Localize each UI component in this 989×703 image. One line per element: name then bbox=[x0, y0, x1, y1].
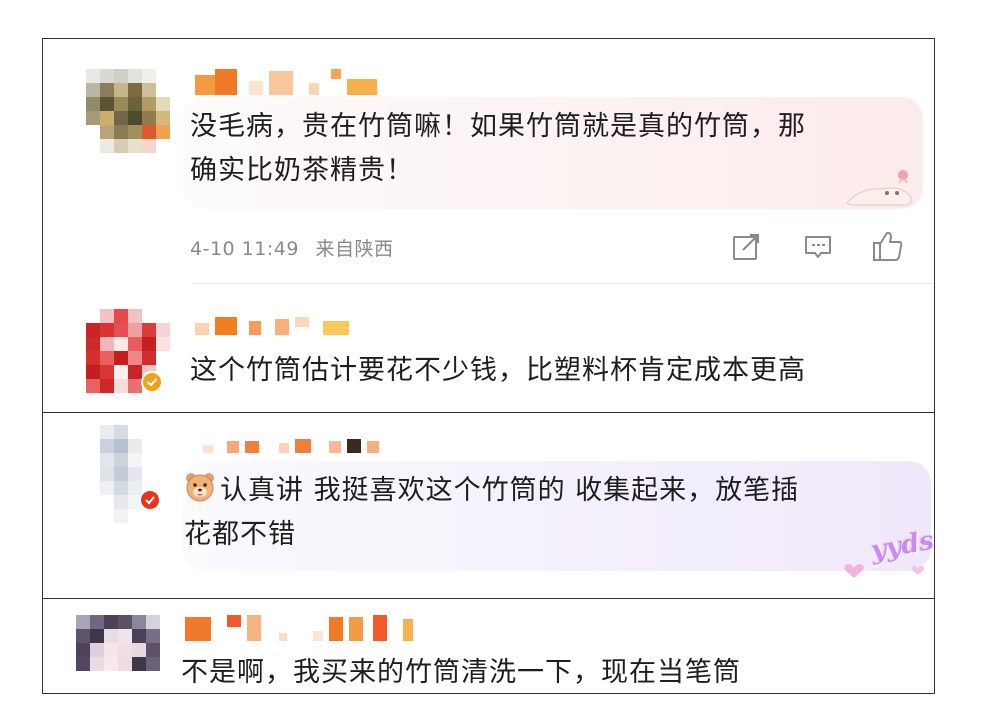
comment-text: 没毛病，贵在竹筒嘛！如果竹筒就是真的竹筒，那 确实比奶茶精贵！ bbox=[190, 111, 806, 186]
heart-icon bbox=[911, 566, 925, 575]
comment-text: 认真讲 我挺喜欢这个竹筒的 收集起来，放笔插 花都不错 bbox=[184, 469, 799, 557]
avatar[interactable] bbox=[76, 615, 160, 693]
cat-sticker-icon bbox=[846, 170, 912, 206]
comment-time: 4-10 11:49 bbox=[190, 238, 299, 260]
comment-card-2: 认真讲 我挺喜欢这个竹筒的 收集起来，放笔插 花都不错 yyds bbox=[42, 412, 935, 600]
heart-icon bbox=[844, 564, 864, 578]
username-blurred[interactable] bbox=[195, 69, 377, 95]
comment-location: 来自陕西 bbox=[315, 238, 394, 260]
comment-text: 这个竹筒估计要花不少钱，比塑料杯肯定成本更高 bbox=[190, 355, 806, 386]
comment-card-1: 没毛病，贵在竹筒嘛！如果竹筒就是真的竹筒，那 确实比奶茶精贵！ 4-10 11:… bbox=[42, 38, 935, 414]
username-blurred[interactable] bbox=[185, 615, 413, 641]
verified-badge-icon bbox=[139, 489, 161, 511]
comment-icon[interactable] bbox=[803, 232, 833, 262]
verified-badge-icon bbox=[141, 371, 163, 393]
comment-card-3: 不是啊，我买来的竹筒清洗一下，现在当笔筒 bbox=[42, 598, 935, 694]
comment-text: 不是啊，我买来的竹筒清洗一下，现在当笔筒 bbox=[181, 657, 741, 688]
bear-face-emoji-icon bbox=[186, 473, 214, 502]
divider bbox=[193, 283, 934, 284]
username-blurred[interactable] bbox=[195, 317, 349, 335]
share-icon[interactable] bbox=[731, 232, 761, 262]
like-icon[interactable] bbox=[871, 229, 905, 263]
comment-meta: 4-10 11:49 来自陕西 bbox=[190, 234, 393, 261]
username-blurred[interactable] bbox=[203, 439, 379, 453]
avatar[interactable] bbox=[86, 69, 170, 153]
